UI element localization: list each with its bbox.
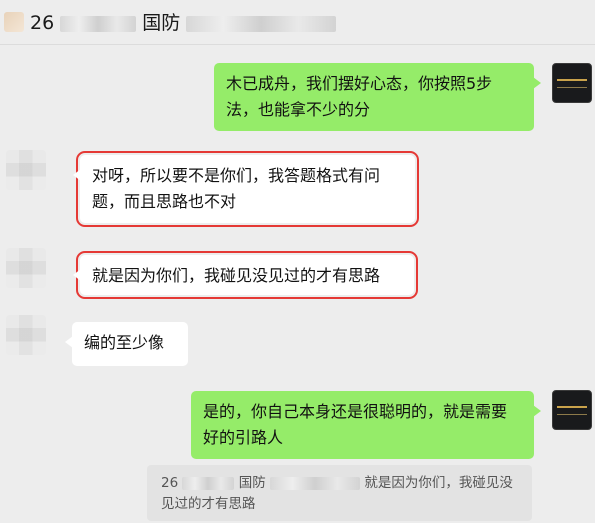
self-avatar-icon[interactable] [552, 390, 592, 430]
quote-author-mid: 国防 [238, 475, 266, 491]
chat-header: 26 国防 [0, 0, 595, 45]
message-bubble-outgoing[interactable]: 是的，你自己本身还是很聪明的，就是需要好的引路人 [191, 391, 541, 459]
quote-author: 26 国防 [161, 473, 361, 494]
redacted-name-blur [182, 476, 235, 490]
sender-avatar-icon[interactable] [6, 150, 46, 190]
self-avatar-icon[interactable] [552, 63, 592, 103]
chat-title-mid: 国防 [142, 12, 181, 34]
brand-logo-icon [557, 405, 587, 415]
quote-author-prefix: 26 [161, 475, 179, 491]
message-bubble-incoming[interactable]: 编的至少像 [65, 322, 188, 366]
message-bubble-incoming[interactable]: 就是因为你们，我碰见没见过的才有思路 [73, 251, 418, 299]
sender-avatar-icon[interactable] [6, 248, 46, 288]
redacted-name-blur [270, 476, 361, 490]
message-bubble-outgoing[interactable]: 木已成舟，我们摆好心态，你按照5步法，也能拿不少的分 [214, 63, 541, 131]
message-bubble-incoming[interactable]: 对呀，所以要不是你们，我答题格式有问题，而且思路也不对 [73, 151, 419, 227]
redacted-name-blur [60, 15, 137, 32]
quoted-message[interactable]: 26 国防 就是因为你们，我碰见没见过的才有思路 [147, 465, 532, 521]
brand-logo-icon [557, 78, 587, 88]
sender-avatar-icon[interactable] [6, 315, 46, 355]
chat-title-prefix: 26 [30, 12, 55, 34]
contact-avatar-icon[interactable] [4, 12, 24, 32]
chat-title: 26 国防 [30, 8, 337, 35]
redacted-name-blur [186, 15, 337, 32]
